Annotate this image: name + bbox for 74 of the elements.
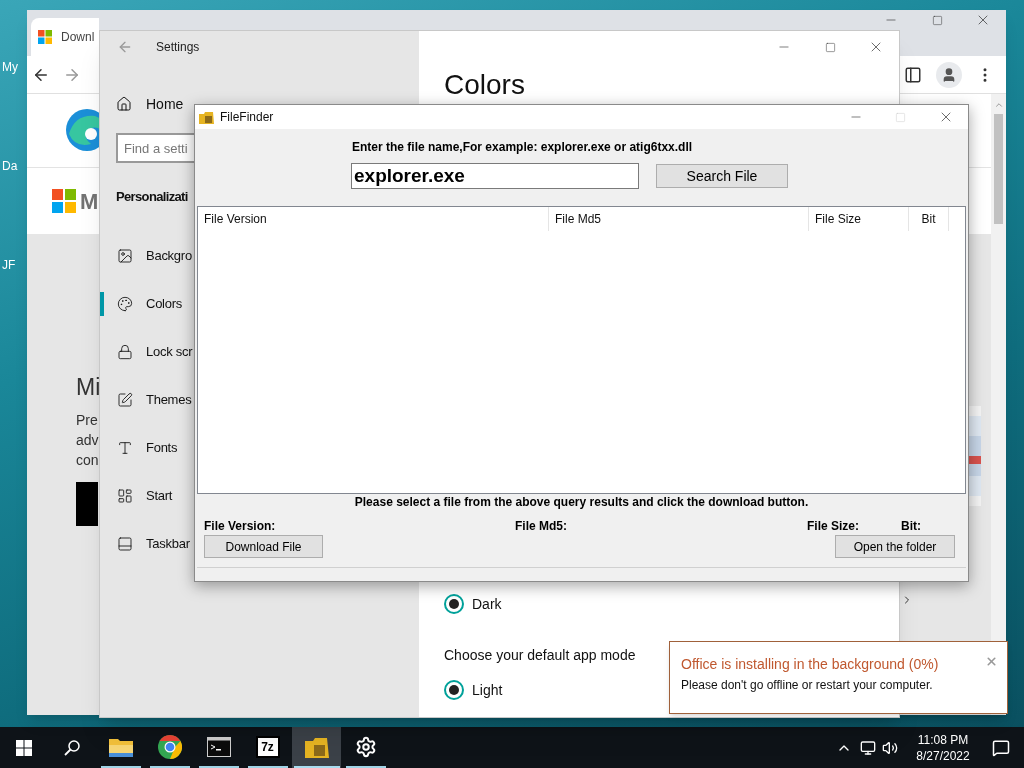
home-icon <box>116 96 132 112</box>
search-file-button[interactable]: Search File <box>656 164 788 188</box>
detail-label: File Version: <box>204 519 276 533</box>
maximize-icon <box>895 111 906 123</box>
option-label: Choose your default app mode <box>444 646 636 665</box>
radio-label: Dark <box>472 594 502 614</box>
results-list[interactable]: File Version File Md5 File Size Bit <box>197 206 966 494</box>
column-header[interactable]: Bit <box>909 207 949 231</box>
nav-item[interactable]: Themes <box>100 376 195 424</box>
page-heading: Mi <box>76 373 101 402</box>
maximize-icon <box>931 14 943 26</box>
taskbar-icon <box>117 536 133 552</box>
radio-label: Light <box>472 680 503 700</box>
picture-frame-icon <box>117 248 133 264</box>
folder-icon <box>108 736 133 757</box>
palette-icon <box>117 296 133 312</box>
detail-label: File Size: <box>807 519 859 533</box>
detail-label: Bit: <box>901 519 921 533</box>
prompt-label: Enter the file name,For example: explorer.exe or atig6txx.dll <box>352 140 694 155</box>
four-squares-logo-icon <box>52 189 76 213</box>
logo-text: M <box>80 187 99 216</box>
four-squares-logo-icon <box>38 30 52 44</box>
clock[interactable]: 11:08 PM 8/27/2022 <box>908 731 978 764</box>
nav-item[interactable]: Lock scr <box>100 328 195 376</box>
window-title: FileFinder <box>220 109 274 126</box>
lock-screen-icon <box>117 344 133 360</box>
dark-banner-block <box>76 482 98 526</box>
letters-icon <box>117 440 133 456</box>
column-header[interactable]: File Version <box>198 207 549 231</box>
search-icon <box>64 739 80 756</box>
detail-label: File Md5: <box>515 519 567 533</box>
profile-button[interactable] <box>936 61 962 88</box>
maximize-icon <box>824 41 836 53</box>
settings-icon <box>354 735 377 758</box>
pen-square-icon <box>117 392 133 408</box>
taskbar-app-button[interactable] <box>292 727 341 768</box>
nav-item[interactable]: Fonts <box>100 424 195 472</box>
page-title: Colors <box>444 68 525 102</box>
toast-message: Please don't go offline or restart your computer. <box>681 678 934 693</box>
window-title: Settings <box>156 39 200 56</box>
column-header[interactable]: File Size <box>809 207 909 231</box>
terminal-icon <box>206 736 231 757</box>
sidebar-icon[interactable] <box>904 65 922 84</box>
tiles-icon <box>117 488 133 504</box>
circle-logo-icon <box>157 734 182 759</box>
open-folder-button[interactable]: Open the folder <box>835 535 955 558</box>
file-name-field[interactable]: explorer.exe <box>351 163 639 189</box>
volume-icon[interactable] <box>882 739 898 756</box>
home-link[interactable]: Home <box>100 89 195 119</box>
browser-tab[interactable]: Downl <box>31 18 99 56</box>
radio-button[interactable] <box>444 680 464 700</box>
instruction-text: Please select a file from the above query results and click the download button. <box>353 495 810 509</box>
tab-title: Downl <box>61 29 95 46</box>
folder-bag-icon <box>304 735 329 758</box>
windows-logo-icon <box>16 739 32 756</box>
toast-title: Office is installing in the background (0%) <box>681 655 939 673</box>
desktop-icon-label[interactable]: JF <box>2 256 16 274</box>
scrollbar-thumb[interactable] <box>994 114 1003 224</box>
download-file-button[interactable]: Download File <box>204 535 323 558</box>
nav-item[interactable]: Taskbar <box>100 520 195 568</box>
network-icon[interactable] <box>860 739 876 756</box>
nav-item[interactable]: Backgro <box>100 232 195 280</box>
radio-button[interactable] <box>444 594 464 614</box>
search-field[interactable]: Find a setti <box>116 133 195 163</box>
archive-app-icon: 7z <box>255 735 280 758</box>
folder-bag-icon <box>199 110 214 124</box>
nav-item[interactable]: Start <box>100 472 195 520</box>
taskbar-app-button[interactable]: 7z <box>243 727 292 768</box>
person-icon <box>941 66 957 83</box>
page-paragraph: Pre adv con <box>76 411 99 470</box>
notifications-icon[interactable] <box>992 738 1010 757</box>
close-icon[interactable] <box>985 655 998 668</box>
column-header[interactable]: File Md5 <box>549 207 809 231</box>
section-title: Personalizati <box>115 188 189 206</box>
